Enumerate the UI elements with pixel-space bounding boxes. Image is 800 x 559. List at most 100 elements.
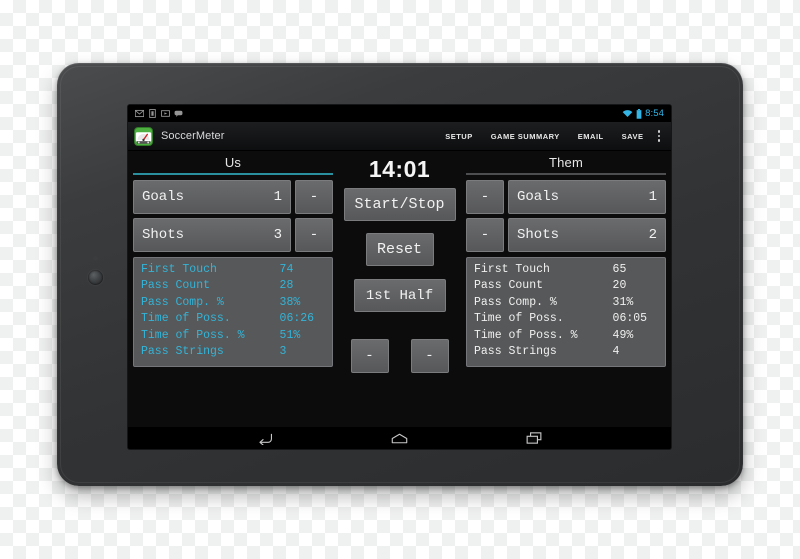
chat-icon [174,110,183,117]
team-panel-us: Us Goals 1 - Shots 3 - First Touch 74 Pa… [133,155,333,427]
table-row: First Touch 65 [474,262,658,278]
stat-label: Pass Strings [141,345,224,359]
table-row: Time of Poss. 06:05 [474,311,658,327]
play-store-icon [161,110,170,117]
goals-button-us[interactable]: Goals 1 [133,180,291,214]
table-row: Pass Strings 4 [474,344,658,360]
team-underline-us [133,173,333,175]
stat-value: 65 [612,263,627,276]
stat-label: Pass Count [141,279,211,293]
stat-label: Time of Poss. % [474,328,578,342]
back-icon[interactable] [245,427,285,449]
table-row: Time of Poss. % 49% [474,328,658,344]
stat-label: Pass Comp. % [474,295,557,309]
email-icon [135,109,144,118]
stat-value: 38% [279,295,301,309]
stat-value: 74 [279,263,294,276]
goals-label-them: Goals [517,189,560,205]
status-clock: 8:54 [645,108,664,119]
table-row: Time of Poss. % 51% [141,328,325,344]
center-minus-button-left[interactable]: - [350,339,389,373]
action-bar: SoccerMeter SETUP GAME SUMMARY EMAIL SAV… [128,122,671,151]
table-row: Pass Strings 3 [141,344,325,360]
status-bar-right: 8:54 [622,108,664,119]
counters-us: Goals 1 - Shots 3 - [133,180,333,252]
sim-card-icon [149,109,156,118]
goals-minus-button-us[interactable]: - [295,180,333,214]
stat-value: 06:05 [612,312,648,326]
stat-value: 4 [612,345,620,359]
counter-row-shots-us: Shots 3 - [133,218,333,252]
stat-label: Pass Strings [474,345,557,359]
counter-row-goals-them: Goals 1 - [466,180,666,214]
table-row: First Touch 74 [141,262,325,278]
tablet-screen: 8:54 SoccerMeter SETUP GAME SUMMARY EMAI… [128,105,671,449]
action-email[interactable]: EMAIL [569,126,613,147]
shots-button-them[interactable]: Shots 2 [508,218,666,252]
shots-label-us: Shots [142,227,185,243]
action-setup[interactable]: SETUP [436,126,482,147]
team-name-them: Them [548,155,584,170]
stat-value: 49% [612,328,634,342]
stat-label: Time of Poss. % [141,328,245,342]
stat-value: 31% [612,295,634,309]
stat-label: Pass Comp. % [141,295,224,309]
goals-label-us: Goals [142,189,185,205]
team-name-us: Us [224,155,242,170]
goals-value-them: 1 [648,189,657,205]
team-panel-them: Them Goals 1 - Shots 2 - First Touch 65 … [466,155,666,427]
goals-button-them[interactable]: Goals 1 [508,180,666,214]
notification-icons [135,109,183,118]
app-content: Us Goals 1 - Shots 3 - First Touch 74 Pa… [128,151,671,427]
team-underline-them [466,173,666,175]
shots-label-them: Shots [517,227,560,243]
table-row: Time of Poss. 06:26 [141,311,325,327]
half-button[interactable]: 1st Half [353,279,446,312]
app-title: SoccerMeter [161,130,225,142]
goals-value-us: 1 [273,189,282,205]
counter-row-goals-us: Goals 1 - [133,180,333,214]
shots-minus-button-us[interactable]: - [295,218,333,252]
center-controls: 14:01 Start/Stop Reset 1st Half - - [333,155,466,427]
status-bar: 8:54 [128,105,671,122]
stats-box-them: First Touch 65 Pass Count 20 Pass Comp. … [466,257,666,367]
stat-value: 06:26 [279,312,315,326]
stats-box-us: First Touch 74 Pass Count 28 Pass Comp. … [133,257,333,367]
counter-row-shots-them: Shots 2 - [466,218,666,252]
stat-value: 3 [279,345,287,359]
center-minus-button-right[interactable]: - [410,339,449,373]
soccermeter-gauge-icon [134,126,153,146]
shots-value-us: 3 [273,227,282,243]
stat-label: Pass Count [474,279,544,293]
center-minus-row: - - [350,339,449,373]
shots-value-them: 2 [648,227,657,243]
stats-table-us: First Touch 74 Pass Count 28 Pass Comp. … [141,262,325,361]
start-stop-button[interactable]: Start/Stop [343,188,456,221]
ambient-light-sensor [93,256,98,261]
table-row: Pass Count 28 [141,278,325,294]
action-game-summary[interactable]: GAME SUMMARY [482,126,569,147]
stat-label: First Touch [474,263,550,276]
overflow-menu-icon[interactable] [653,126,668,146]
goals-minus-button-them[interactable]: - [466,180,504,214]
shots-minus-button-them[interactable]: - [466,218,504,252]
counters-them: Goals 1 - Shots 2 - [466,180,666,252]
recents-icon[interactable] [514,427,554,449]
stat-label: Time of Poss. [474,312,564,326]
stat-value: 28 [279,279,294,293]
stat-value: 51% [279,328,301,342]
shots-button-us[interactable]: Shots 3 [133,218,291,252]
tablet-device: 8:54 SoccerMeter SETUP GAME SUMMARY EMAI… [57,63,743,486]
action-save[interactable]: SAVE [613,126,653,147]
match-timer: 14:01 [368,156,431,182]
stats-table-them: First Touch 65 Pass Count 20 Pass Comp. … [474,262,658,361]
wifi-icon [622,110,633,117]
table-row: Pass Comp. % 31% [474,295,658,311]
table-row: Pass Count 20 [474,278,658,294]
home-icon[interactable] [379,427,419,449]
stat-label: First Touch [141,263,217,276]
reset-button[interactable]: Reset [365,233,434,266]
android-nav-bar [128,427,671,449]
stat-value: 20 [612,279,627,293]
action-bar-items: SETUP GAME SUMMARY EMAIL SAVE [436,126,667,147]
